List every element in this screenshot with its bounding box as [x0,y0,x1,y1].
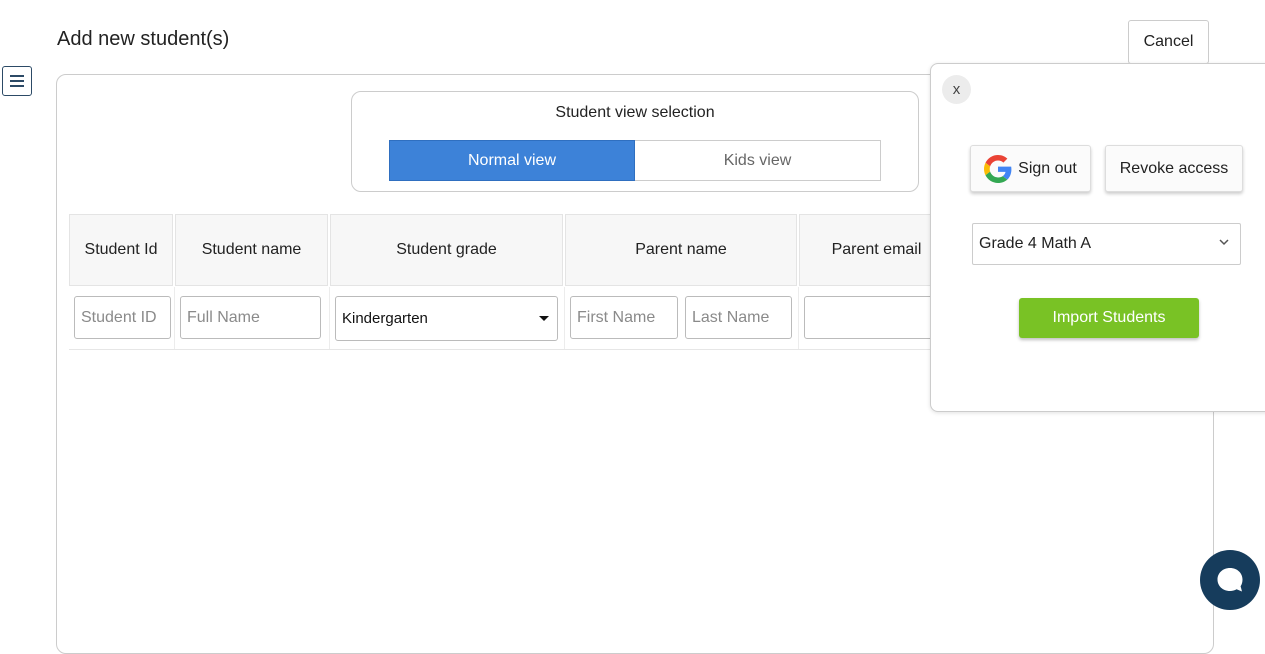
class-select[interactable]: Grade 4 Math A [972,223,1241,265]
class-select-value: Grade 4 Math A [979,235,1092,252]
chevron-down-icon [1219,239,1229,246]
chat-icon[interactable] [1200,550,1260,610]
import-students-button[interactable]: Import Students [1019,298,1199,338]
column-header-student-grade: Student grade [330,214,563,286]
parent-last-name-input[interactable]: Last Name [685,296,792,339]
student-grade-select[interactable]: Kindergarten [335,296,558,341]
column-header-parent-name: Parent name [565,214,797,286]
column-divider [564,287,565,349]
revoke-access-button[interactable]: Revoke access [1105,145,1243,192]
full-name-input[interactable]: Full Name [180,296,321,339]
normal-view-button[interactable]: Normal view [389,140,635,181]
column-divider [329,287,330,349]
cancel-button[interactable]: Cancel [1128,20,1209,64]
table-row-divider [69,349,931,350]
menu-icon-bar [10,85,24,87]
menu-icon-bar [10,80,24,82]
column-header-student-id: Student Id [69,214,173,286]
column-header-student-name: Student name [175,214,328,286]
page-title: Add new student(s) [57,28,230,50]
caret-down-icon [539,316,549,321]
sign-out-label: Sign out [1018,159,1077,177]
chat-bubble-icon [1217,568,1243,592]
column-divider [798,287,799,349]
student-grade-value: Kindergarten [342,310,428,327]
menu-icon-bar [10,75,24,77]
view-selection: Student view selection Normal view Kids … [351,91,919,192]
parent-first-name-input[interactable]: First Name [570,296,678,339]
menu-icon[interactable] [2,66,32,96]
google-sign-out-button[interactable]: Sign out [970,145,1091,192]
google-icon [984,154,1012,183]
view-selection-title: Student view selection [555,104,715,121]
kids-view-button[interactable]: Kids view [635,140,881,181]
column-divider [174,287,175,349]
parent-email-input[interactable] [804,296,934,339]
import-popup: x Sign out Revoke access Grade 4 Math A … [930,63,1265,412]
close-button[interactable]: x [942,75,971,104]
student-id-input[interactable]: Student ID [74,296,171,339]
